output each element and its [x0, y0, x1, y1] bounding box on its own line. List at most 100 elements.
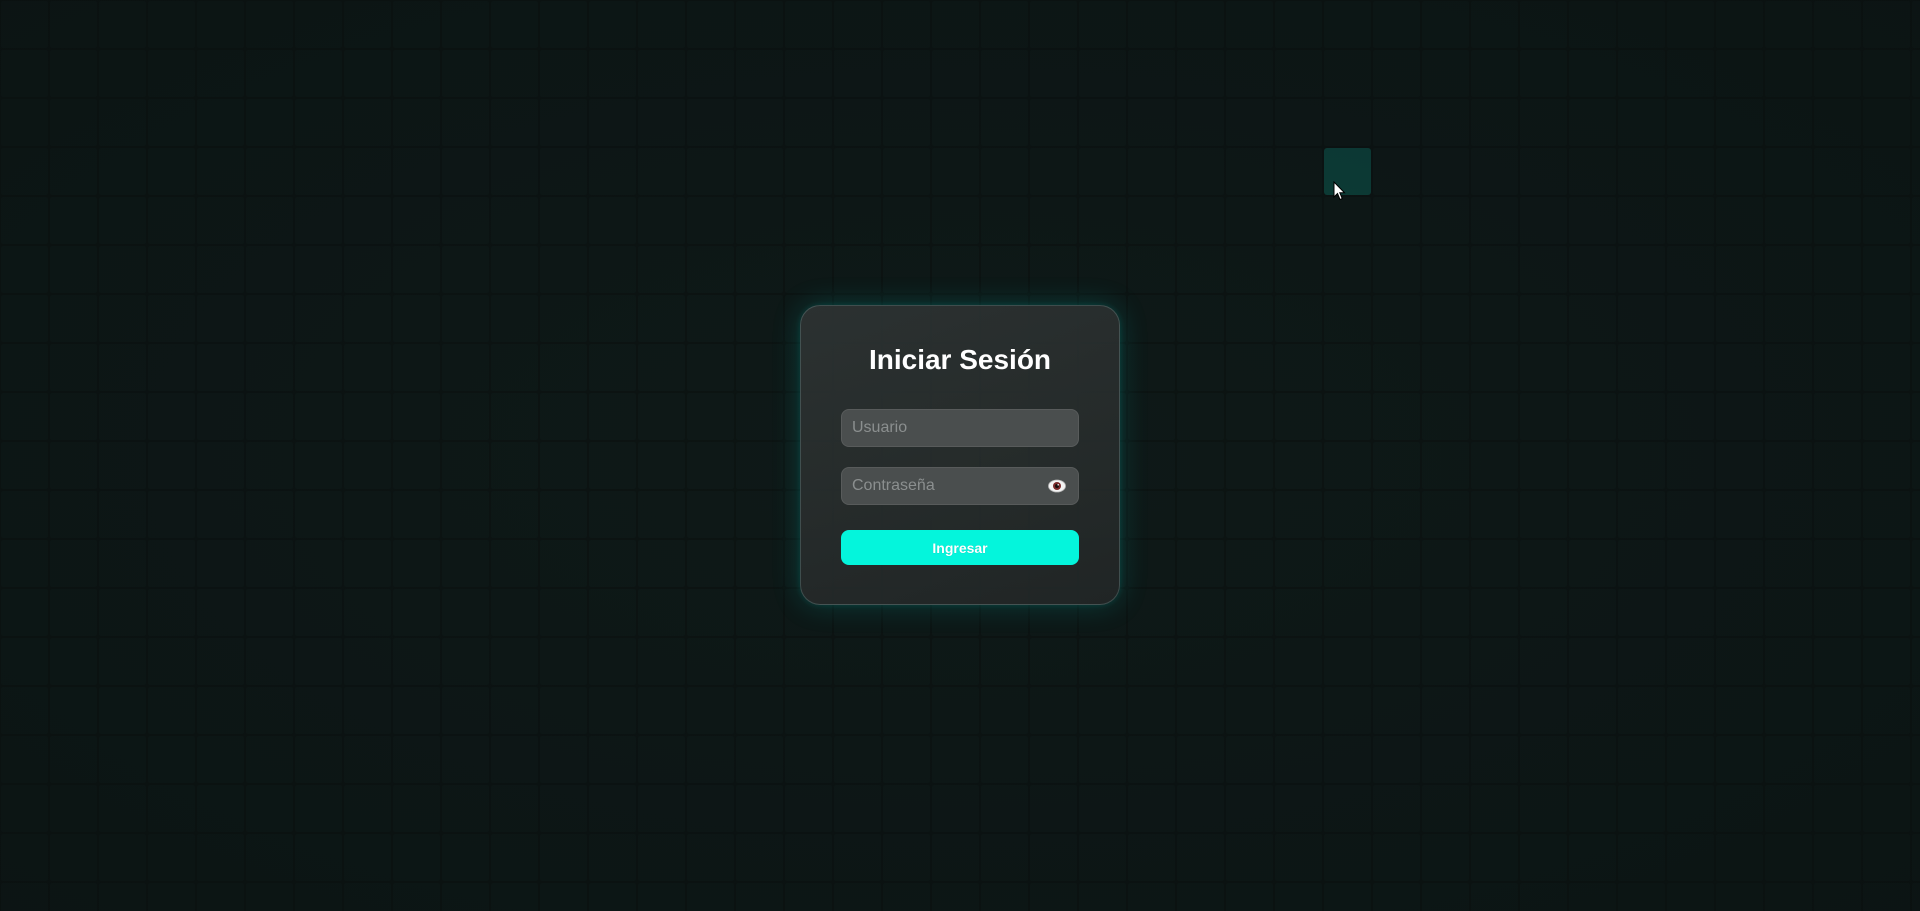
grid-cell	[1569, 1, 1616, 48]
grid-cell	[1520, 540, 1567, 587]
grid-cell	[99, 50, 146, 97]
grid-cell	[589, 197, 636, 244]
grid-cell	[883, 736, 930, 783]
grid-cell	[442, 148, 489, 195]
grid-cell	[1324, 687, 1371, 734]
grid-cell	[99, 687, 146, 734]
grid-cell	[1, 99, 48, 146]
grid-cell	[1275, 393, 1322, 440]
grid-cell	[1324, 834, 1371, 881]
grid-cell	[1422, 687, 1469, 734]
grid-cell	[393, 883, 440, 911]
grid-cell	[932, 197, 979, 244]
grid-cell	[834, 834, 881, 881]
grid-cell	[1324, 99, 1371, 146]
grid-cell	[589, 491, 636, 538]
username-input[interactable]	[842, 410, 1078, 446]
grid-cell	[1128, 491, 1175, 538]
grid-cell	[344, 442, 391, 489]
grid-cell	[1422, 785, 1469, 832]
grid-cell	[834, 1, 881, 48]
grid-cell	[1422, 1, 1469, 48]
grid-cell	[1667, 736, 1714, 783]
grid-cell	[1618, 883, 1665, 911]
grid-cell	[246, 295, 293, 342]
grid-cell	[1, 1, 48, 48]
login-button[interactable]: Ingresar	[841, 530, 1079, 565]
grid-cell	[1765, 50, 1812, 97]
eye-icon[interactable]	[1048, 479, 1066, 493]
grid-cell	[1128, 1, 1175, 48]
grid-cell	[1863, 393, 1910, 440]
grid-cell	[540, 393, 587, 440]
grid-cell	[1618, 540, 1665, 587]
grid-cell	[99, 246, 146, 293]
grid-cell	[1275, 246, 1322, 293]
grid-cell	[1079, 1, 1126, 48]
grid-cell	[1912, 638, 1920, 685]
grid-cell	[687, 148, 734, 195]
grid-cell	[1765, 1, 1812, 48]
grid-cell	[1275, 785, 1322, 832]
grid-cell	[1, 883, 48, 911]
grid-cell	[393, 589, 440, 636]
grid-cell	[344, 344, 391, 391]
grid-cell	[638, 246, 685, 293]
grid-cell	[1030, 50, 1077, 97]
grid-cell	[50, 1, 97, 48]
grid-cell	[197, 736, 244, 783]
grid-cell	[197, 834, 244, 881]
grid-cell	[1912, 197, 1920, 244]
grid-cell	[540, 295, 587, 342]
grid-cell	[1226, 99, 1273, 146]
grid-cell	[1667, 393, 1714, 440]
grid-cell	[442, 491, 489, 538]
grid-cell	[1667, 246, 1714, 293]
grid-cell	[589, 589, 636, 636]
grid-cell	[1863, 1, 1910, 48]
grid-cell	[344, 1, 391, 48]
grid-cell	[589, 883, 636, 911]
grid-cell	[1471, 687, 1518, 734]
grid-cell	[344, 295, 391, 342]
password-input[interactable]	[842, 468, 1078, 504]
grid-cell	[1814, 344, 1861, 391]
grid-cell	[295, 99, 342, 146]
grid-cell	[1, 589, 48, 636]
grid-cell	[1128, 246, 1175, 293]
grid-cell	[1128, 540, 1175, 587]
grid-cell	[1814, 491, 1861, 538]
username-field-wrapper	[841, 409, 1079, 447]
grid-cell	[932, 638, 979, 685]
grid-cell	[981, 197, 1028, 244]
login-card: Iniciar Sesión Ingresar	[800, 305, 1120, 605]
grid-cell	[197, 540, 244, 587]
grid-cell	[1422, 246, 1469, 293]
grid-cell	[1569, 491, 1616, 538]
grid-cell	[246, 736, 293, 783]
grid-cell	[1079, 99, 1126, 146]
grid-cell	[1912, 246, 1920, 293]
grid-cell	[736, 540, 783, 587]
grid-cell	[148, 344, 195, 391]
grid-cell	[148, 736, 195, 783]
grid-cell	[883, 148, 930, 195]
grid-cell	[1863, 99, 1910, 146]
grid-cell	[1912, 785, 1920, 832]
grid-cell	[1618, 246, 1665, 293]
grid-cell	[442, 589, 489, 636]
grid-cell	[1471, 295, 1518, 342]
grid-cell	[687, 393, 734, 440]
grid-cell	[1373, 50, 1420, 97]
grid-cell	[442, 197, 489, 244]
grid-cell	[687, 246, 734, 293]
grid-cell	[295, 295, 342, 342]
grid-cell	[50, 197, 97, 244]
grid-cell	[1667, 834, 1714, 881]
grid-cell	[1079, 148, 1126, 195]
grid-cell	[1520, 491, 1567, 538]
grid-cell	[442, 295, 489, 342]
grid-cell	[1716, 295, 1763, 342]
grid-cell	[1814, 540, 1861, 587]
grid-cell	[1814, 736, 1861, 783]
